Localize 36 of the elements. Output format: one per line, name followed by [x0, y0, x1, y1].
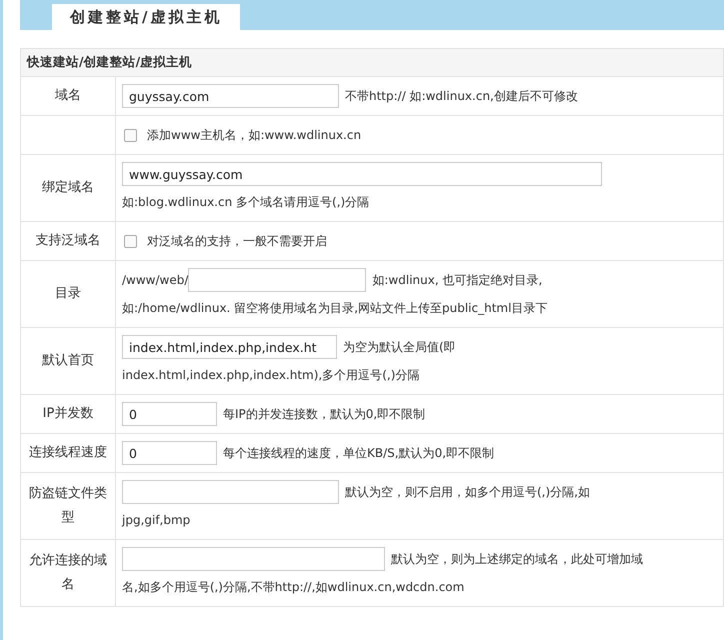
- hint-text: 默认为空，则不启用，如多个用逗号(,)分隔,如: [345, 484, 590, 500]
- path-prefix: /www/web/: [122, 273, 188, 287]
- input-field[interactable]: [188, 268, 366, 292]
- hint-text: index.html,index.php,index.htm),多个用逗号(,)分隔: [122, 366, 420, 384]
- input-field[interactable]: index.html,index.php,index.ht: [122, 335, 337, 359]
- input-field[interactable]: [122, 480, 339, 504]
- field-label: 连接线程速度: [20, 434, 116, 472]
- hint-text: 如:wdlinux, 也可指定绝对目录,: [372, 272, 542, 288]
- hint-text: 默认为空，则为上述绑定的域名，此处可增加域: [391, 550, 643, 568]
- field-label: 允许连接的域名: [20, 540, 116, 606]
- hint-text: 对泛域名的支持，一般不需要开启: [147, 232, 327, 250]
- hint-text: 名,如多个用逗号(,)分隔,不带http://,如wdlinux.cn,wdcdn.com: [122, 578, 464, 596]
- input-field[interactable]: 0: [122, 402, 217, 426]
- tab[interactable]: 创建整站/虚拟主机: [52, 4, 240, 30]
- hint-text: jpg,gif,bmp: [122, 513, 190, 527]
- field-label: 域名: [20, 76, 116, 116]
- input-field[interactable]: 0: [122, 441, 217, 465]
- hint-text: 如:/home/wdlinux. 留空将使用域名为目录,网站文件上传至public_html目录下: [122, 300, 548, 316]
- checkbox[interactable]: [124, 234, 137, 248]
- field-label: 目录: [20, 260, 116, 328]
- hint-text: 每IP的并发连接数，默认为0,即不限制: [223, 406, 426, 422]
- field-label: 防盗链文件类型: [20, 472, 116, 540]
- hint-text: 每个连接线程的速度，单位KB/S,默认为0,即不限制: [223, 444, 494, 462]
- hint-text: 如:blog.wdlinux.cn 多个域名请用逗号(,)分隔: [122, 194, 370, 210]
- input-field[interactable]: [122, 547, 385, 571]
- field-label: 绑定域名: [20, 154, 116, 222]
- checkbox[interactable]: [124, 128, 137, 142]
- hint-text: 添加www主机名，如:www.wdlinux.cn: [147, 126, 362, 144]
- field-label: 支持泛域名: [20, 222, 116, 260]
- table-caption: 快速建站/创建整站/虚拟主机: [20, 48, 724, 76]
- input-field[interactable]: guyssay.com: [122, 84, 339, 108]
- field-label: 默认首页: [20, 328, 116, 394]
- hint-text: 为空为默认全局值(即: [343, 338, 456, 356]
- hint-text: 不带http:// 如:wdlinux.cn,创建后不可修改: [345, 88, 578, 104]
- input-field[interactable]: www.guyssay.com: [122, 162, 602, 186]
- field-label: IP并发数: [20, 394, 116, 434]
